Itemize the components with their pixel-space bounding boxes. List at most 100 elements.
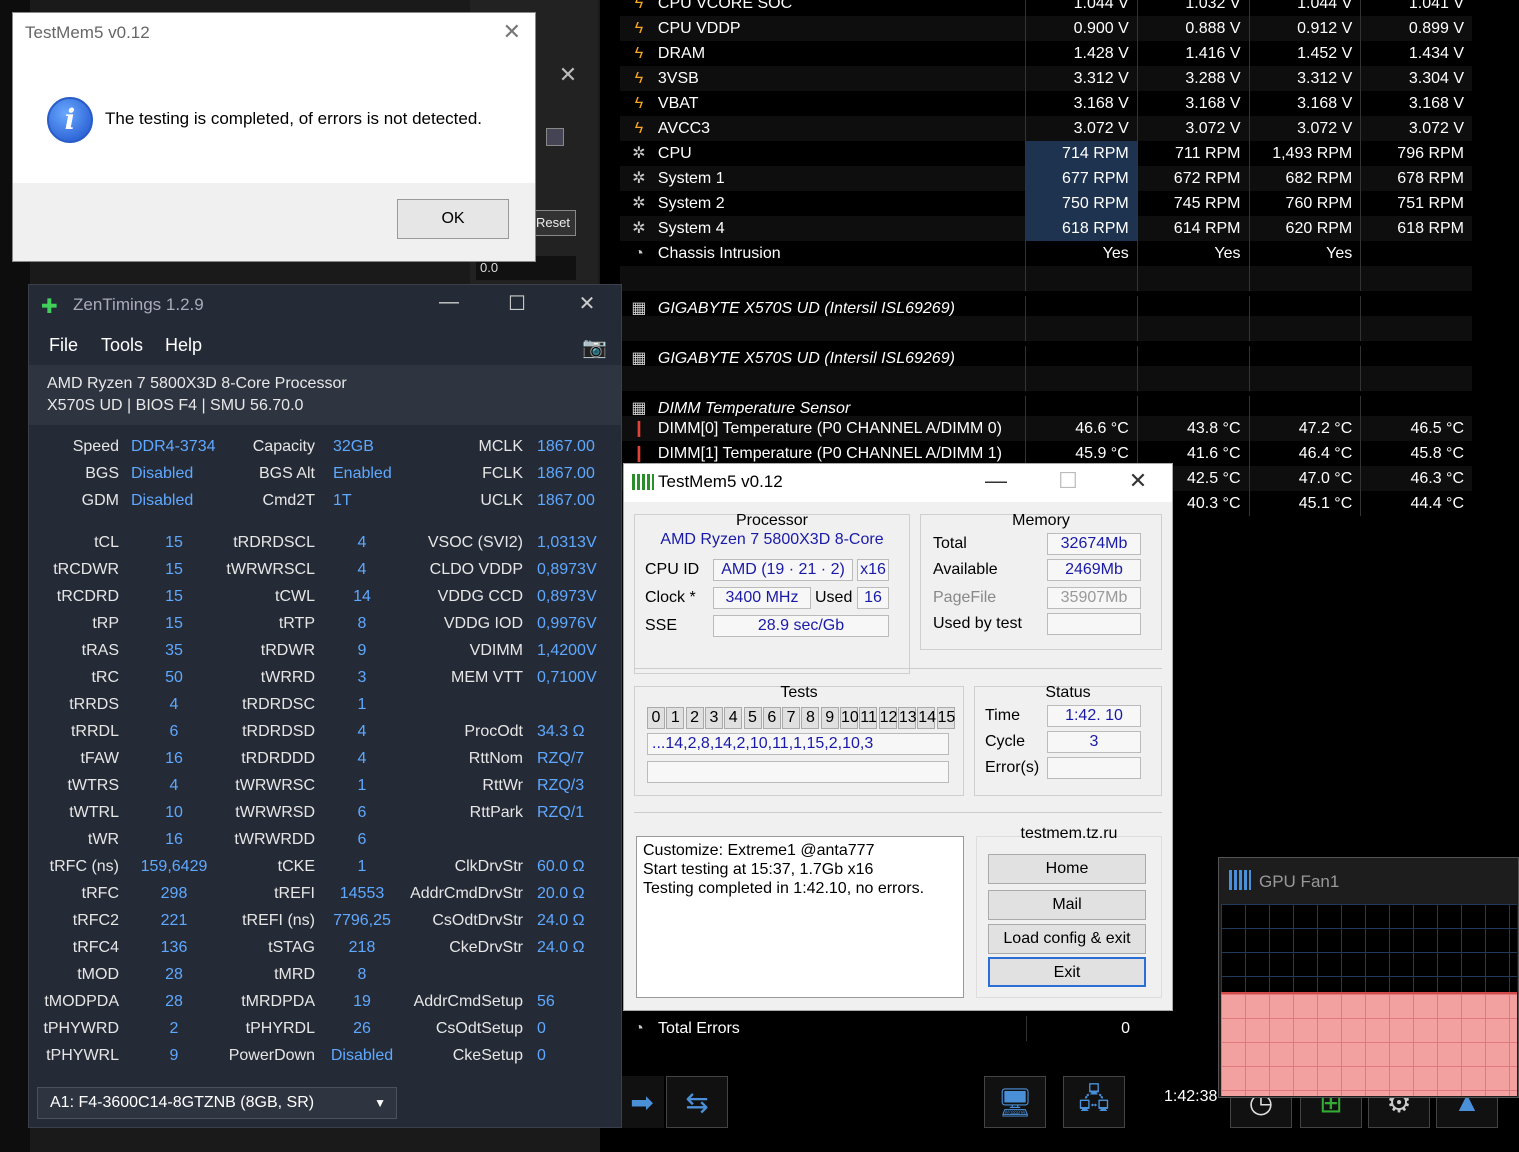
test-number-box[interactable]: 4 <box>724 707 743 729</box>
bolt-icon: ϟ <box>634 120 644 137</box>
timing-row: tRFC 298 tREFI 14553 AddrCmdDrvStr 20.0 Ω <box>29 880 621 907</box>
timing-value: 0,8973V <box>537 561 597 578</box>
timing-value: 0,9976V <box>537 615 597 632</box>
network-icon[interactable]: 🖧 <box>1063 1076 1125 1128</box>
timing-label: RttNom <box>468 750 523 767</box>
test-number-box[interactable]: 10 <box>840 707 859 729</box>
sensor-row[interactable]: ✲ System 4 618 RPM 614 RPM 620 RPM 618 RPM <box>620 216 1472 241</box>
test-number-box[interactable]: 8 <box>801 707 820 729</box>
sensor-row[interactable]: ◔ Chassis Intrusion Yes Yes Yes <box>620 241 1472 266</box>
sensor-row[interactable]: ❙ DIMM[0] Temperature (P0 CHANNEL A/DIMM … <box>620 416 1472 441</box>
sensor-row[interactable] <box>620 316 1472 341</box>
close-icon[interactable]: ✕ <box>567 291 607 316</box>
timing-row: tMODPDA 28 tMRDPDA 19 AddrCmdSetup 56 <box>29 988 621 1015</box>
timing-label: tRDWR <box>260 642 315 659</box>
load-config-button[interactable]: Load config & exit <box>988 924 1146 954</box>
test-number-box[interactable]: 5 <box>743 707 762 729</box>
timing-value: 24.0 Ω <box>537 912 585 929</box>
close-icon[interactable]: ✕ <box>550 60 586 90</box>
title-bar[interactable]: ✚ ZenTimings 1.2.9 — ☐ ✕ <box>29 285 621 325</box>
test-number-box[interactable]: 2 <box>685 707 704 729</box>
close-icon[interactable]: ✕ <box>503 19 521 45</box>
timing-value: 28 <box>165 966 183 983</box>
sensor-value: 620 RPM <box>1248 216 1361 241</box>
sensor-name: CPU VCORE SOC <box>657 0 793 12</box>
menu-tools[interactable]: Tools <box>101 335 143 356</box>
test-number-box[interactable]: 3 <box>704 707 723 729</box>
timing-value: Disabled <box>131 492 194 509</box>
arrow-right-icon[interactable]: ➡ <box>620 1076 664 1128</box>
sensor-row[interactable]: ϟ VBAT 3.168 V 3.168 V 3.168 V 3.168 V <box>620 91 1472 116</box>
test-number-box[interactable]: 11 <box>859 707 878 729</box>
menu-help[interactable]: Help <box>165 335 202 356</box>
test-number-box[interactable]: 15 <box>936 707 955 729</box>
chevron-down-icon: ▼ <box>374 1096 386 1110</box>
timing-label: tWTRL <box>69 804 119 821</box>
test-number-box[interactable]: 1 <box>666 707 685 729</box>
timing-value: 1867.00 <box>537 492 595 509</box>
close-icon[interactable]: ✕ <box>1118 468 1158 494</box>
timing-row: tRCDRD 15 tCWL 14 VDDG CCD 0,8973V <box>29 583 621 610</box>
timing-label: Cmd2T <box>262 492 315 509</box>
test-number-box[interactable]: 13 <box>897 707 917 729</box>
monitor-icon[interactable]: 🖥 <box>984 1076 1046 1128</box>
timing-value: 15 <box>165 561 183 578</box>
sensor-name: DIMM[0] Temperature (P0 CHANNEL A/DIMM 0… <box>657 420 1002 437</box>
sensor-row[interactable] <box>620 266 1472 291</box>
sensor-row[interactable]: ϟ AVCC3 3.072 V 3.072 V 3.072 V 3.072 V <box>620 116 1472 141</box>
test-number-box[interactable]: 6 <box>762 707 781 729</box>
used-field: 16 <box>857 587 889 609</box>
sensor-row[interactable]: ϟ CPU VDDP 0.900 V 0.888 V 0.912 V 0.899 V <box>620 16 1472 41</box>
sensor-value: 3.168 V <box>1136 91 1249 116</box>
sensor-value: 46.4 °C <box>1248 441 1361 466</box>
sensor-row[interactable]: ϟ CPU VCORE SOC 1.044 V 1.032 V 1.044 V 1.041… <box>620 0 1472 16</box>
dimm-select[interactable]: A1: F4-3600C14-8GTZNB (8GB, SR) ▼ <box>37 1087 397 1119</box>
reset-button[interactable]: Reset <box>530 210 576 236</box>
sensor-row[interactable]: ✲ CPU 714 RPM 711 RPM 1,493 RPM 796 RPM <box>620 141 1472 166</box>
sensor-value: 3.312 V <box>1248 66 1361 91</box>
ok-button[interactable]: OK <box>397 199 509 239</box>
sensor-row[interactable]: ϟ 3VSB 3.312 V 3.288 V 3.312 V 3.304 V <box>620 66 1472 91</box>
sensor-row[interactable]: ϟ DRAM 1.428 V 1.416 V 1.452 V 1.434 V <box>620 41 1472 66</box>
timing-label: MEM VTT <box>451 669 523 686</box>
sensor-row[interactable]: ✲ System 2 750 RPM 745 RPM 760 RPM 751 RPM <box>620 191 1472 216</box>
total-label: Total <box>933 535 967 552</box>
timing-value: 56 <box>537 993 555 1010</box>
sensor-value: 0.888 V <box>1136 16 1249 41</box>
sensor-value: 3.168 V <box>1360 91 1472 116</box>
used-by-test-label: Used by test <box>933 615 1022 632</box>
log-line: Testing completed in 1:42.10, no errors. <box>643 880 925 897</box>
timing-label: FCLK <box>482 465 523 482</box>
test-number-box[interactable]: 7 <box>782 707 801 729</box>
test-number-box[interactable]: 0 <box>647 707 665 729</box>
test-number-box[interactable]: 12 <box>878 707 897 729</box>
color-swatch[interactable] <box>546 128 564 146</box>
maximize-icon[interactable]: ☐ <box>497 291 537 316</box>
test-progress-field <box>647 761 949 783</box>
timing-value: 6 <box>357 831 367 848</box>
timing-label: tRDRDDD <box>241 750 315 767</box>
test-number-box[interactable]: 14 <box>917 707 936 729</box>
maximize-icon[interactable]: ☐ <box>1048 468 1088 494</box>
sensor-value: 1.452 V <box>1248 41 1361 66</box>
timing-label: tWRWRDD <box>234 831 315 848</box>
exit-button[interactable]: Exit <box>988 957 1146 987</box>
timing-label: tPHYRDL <box>245 1020 315 1037</box>
mail-button[interactable]: Mail <box>988 890 1146 920</box>
camera-icon[interactable]: 📷 <box>582 335 607 360</box>
minimize-icon[interactable]: — <box>429 291 469 314</box>
minimize-icon[interactable]: — <box>976 468 1016 494</box>
sensor-row[interactable]: ✲ System 1 677 RPM 672 RPM 682 RPM 678 RPM <box>620 166 1472 191</box>
title-bar[interactable]: TestMem5 v0.12 — ☐ ✕ <box>624 464 1172 502</box>
timing-label: tRDRDSD <box>242 723 315 740</box>
sensor-row[interactable] <box>620 366 1472 391</box>
menu-file[interactable]: File <box>49 335 78 356</box>
log-line: Customize: Extreme1 @anta777 <box>643 842 875 859</box>
home-button[interactable]: Home <box>988 854 1146 884</box>
timing-row: tRFC4 136 tSTAG 218 CkeDrvStr 24.0 Ω <box>29 934 621 961</box>
collapse-icon[interactable]: ⇆ <box>666 1076 728 1128</box>
sensor-value: 751 RPM <box>1360 191 1472 216</box>
timing-value: 28 <box>165 993 183 1010</box>
test-number-box[interactable]: 9 <box>820 707 839 729</box>
timing-row: tRAS 35 tRDWR 9 VDIMM 1,4200V <box>29 637 621 664</box>
